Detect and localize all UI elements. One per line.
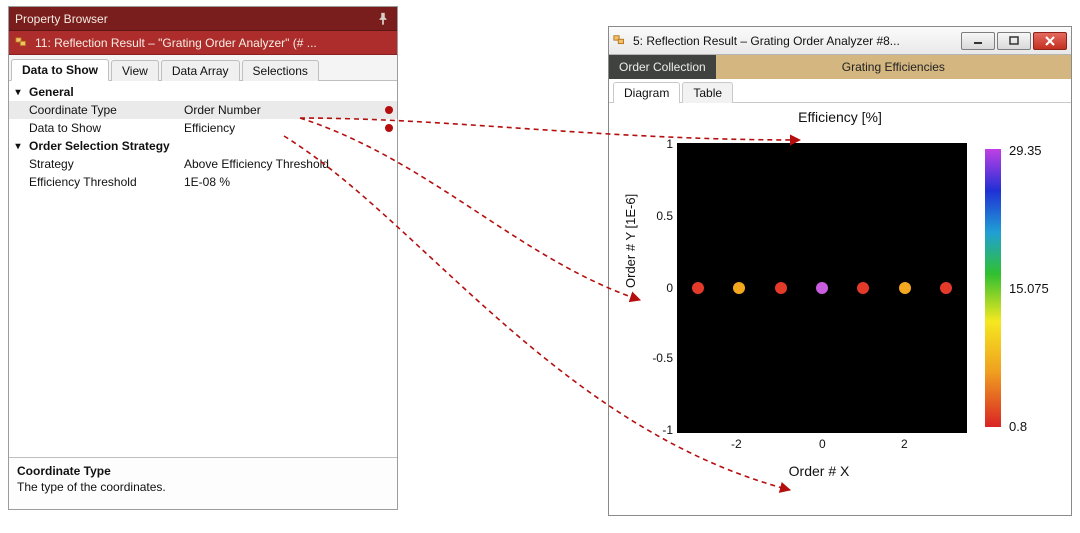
y-tick: -0.5 [645,351,673,365]
close-button[interactable] [1033,32,1067,50]
chart-window: 5: Reflection Result – Grating Order Ana… [608,26,1072,516]
property-browser-document-title: 11: Reflection Result – "Grating Order A… [35,36,317,50]
property-browser-titlebar: Property Browser [9,7,397,31]
minimize-button[interactable] [961,32,995,50]
property-row-coordinate-type[interactable]: Coordinate Type Order Number [9,101,397,119]
colorbar-mid: 15.075 [1009,281,1049,296]
tab-view[interactable]: View [111,60,159,81]
y-tick: -1 [659,423,673,437]
property-browser-title: Property Browser [15,12,108,26]
y-tick: 0 [659,281,673,295]
plot-point[interactable] [816,282,828,294]
x-tick: -2 [731,437,742,451]
y-tick: 1 [659,137,673,151]
property-browser-tabstrip: Data to Show View Data Array Selections [9,55,397,81]
x-tick: 2 [901,437,908,451]
y-tick: 0.5 [651,209,673,223]
colorbar-max: 29.35 [1009,143,1042,158]
maximize-button[interactable] [997,32,1031,50]
tab-table[interactable]: Table [682,82,733,103]
plot-point[interactable] [692,282,704,294]
chart-window-titlebar[interactable]: 5: Reflection Result – Grating Order Ana… [609,27,1071,55]
chart-primary-tabs: Order Collection Grating Efficiencies [609,55,1071,79]
help-title: Coordinate Type [17,464,389,478]
x-axis-label: Order # X [609,463,1029,479]
colorbar-min: 0.8 [1009,419,1027,434]
property-grid: ▾ General Coordinate Type Order Number D… [9,81,397,457]
chart-window-title: 5: Reflection Result – Grating Order Ana… [633,34,955,48]
tab-data-array[interactable]: Data Array [161,60,240,81]
tab-order-collection[interactable]: Order Collection [609,55,716,79]
marker-dot-icon [385,106,393,114]
chevron-down-icon: ▾ [13,87,23,98]
marker-dot-icon [385,124,393,132]
help-text: The type of the coordinates. [17,480,389,494]
property-row-strategy[interactable]: Strategy Above Efficiency Threshold [9,155,397,173]
plot-point[interactable] [940,282,952,294]
chart-secondary-tabs: Diagram Table [609,79,1071,103]
y-axis-label: Order # Y [1E-6] [623,194,638,288]
property-row-efficiency-threshold[interactable]: Efficiency Threshold 1E-08 % [9,173,397,191]
chevron-down-icon: ▾ [13,141,23,152]
property-browser-document-bar[interactable]: 11: Reflection Result – "Grating Order A… [9,31,397,55]
plot-point[interactable] [733,282,745,294]
tab-grating-efficiencies[interactable]: Grating Efficiencies [716,55,1071,79]
property-help-panel: Coordinate Type The type of the coordina… [9,457,397,509]
plot-point[interactable] [857,282,869,294]
window-icon [15,36,29,50]
colorbar [985,149,1001,427]
pin-icon[interactable] [375,11,391,27]
property-browser-pane: Property Browser 11: Reflection Result –… [8,6,398,510]
plot-point[interactable] [775,282,787,294]
plot-area[interactable] [677,143,967,433]
x-tick: 0 [819,437,826,451]
property-group-general[interactable]: ▾ General [9,83,397,101]
plot-point[interactable] [899,282,911,294]
property-group-order-selection-strategy[interactable]: ▾ Order Selection Strategy [9,137,397,155]
plot-title: Efficiency [%] [609,109,1071,125]
window-icon [613,34,627,48]
tab-diagram[interactable]: Diagram [613,82,680,103]
tab-data-to-show[interactable]: Data to Show [11,59,109,81]
tab-selections[interactable]: Selections [242,60,319,81]
chart-body: Efficiency [%] Order # Y [1E-6] -1 -0.5 … [609,103,1071,515]
property-row-data-to-show[interactable]: Data to Show Efficiency [9,119,397,137]
